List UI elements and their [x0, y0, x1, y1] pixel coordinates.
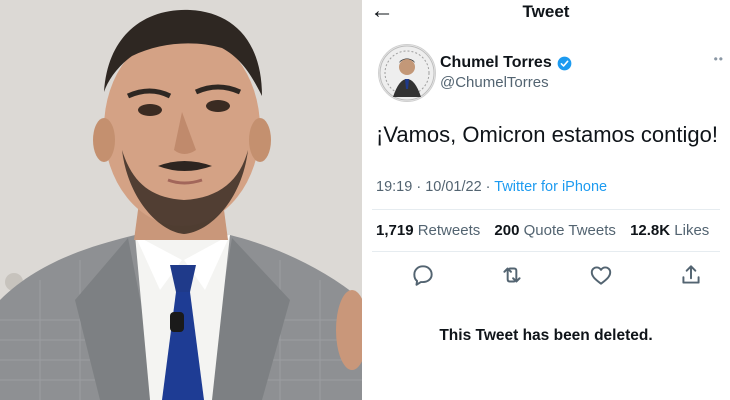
tweet-meta: 19:19 · 10/01/22 · Twitter for iPhone	[376, 179, 607, 195]
divider	[372, 209, 720, 210]
quotes-label: Quote Tweets	[523, 222, 616, 239]
person-photo	[0, 0, 362, 400]
tweet-text: ¡Vamos, Omicron estamos contigo!	[376, 122, 718, 147]
likes-label: Likes	[674, 222, 710, 239]
avatar[interactable]	[378, 44, 436, 102]
likes-stat[interactable]: 12.8K Likes	[630, 222, 709, 239]
user-handle[interactable]: @ChumelTorres	[440, 74, 549, 91]
user-name[interactable]: Chumel Torres	[440, 54, 552, 72]
user-name-row: Chumel Torres	[440, 54, 572, 72]
deleted-notice: This Tweet has been deleted.	[439, 327, 653, 344]
divider	[372, 251, 720, 252]
retweet-icon[interactable]	[499, 262, 525, 288]
retweets-label: Retweets	[417, 222, 481, 239]
header-title: Tweet	[522, 2, 570, 21]
tweet-header: ← Tweet	[362, 0, 730, 28]
like-icon[interactable]	[588, 262, 614, 288]
tweet-actions	[362, 262, 730, 290]
retweets-count: 1,719	[376, 222, 414, 239]
quote-tweets-stat[interactable]: 200 Quote Tweets	[494, 222, 615, 239]
tweet-time: 19:19	[376, 179, 413, 195]
tweet-app-link[interactable]: Twitter for iPhone	[494, 179, 607, 195]
tweet-date: 10/01/22	[425, 179, 482, 195]
reply-icon[interactable]	[410, 262, 436, 288]
more-dots-icon[interactable]: ••	[714, 52, 724, 66]
quotes-count: 200	[494, 222, 520, 239]
share-icon[interactable]	[678, 262, 704, 288]
retweets-stat[interactable]: 1,719 Retweets	[376, 222, 480, 239]
verified-badge-icon	[557, 56, 572, 70]
tweet-panel: ← Tweet Chumel Torres @ChumelTorres •• ¡…	[362, 0, 730, 400]
person-illustration	[0, 0, 362, 400]
tweet-stats: 1,719 Retweets 200 Quote Tweets 12.8K Li…	[376, 222, 709, 239]
meta-separator: ·	[412, 179, 426, 195]
meta-separator-2: ·	[481, 179, 495, 195]
likes-count: 12.8K	[630, 222, 671, 239]
avatar-image	[379, 45, 435, 101]
